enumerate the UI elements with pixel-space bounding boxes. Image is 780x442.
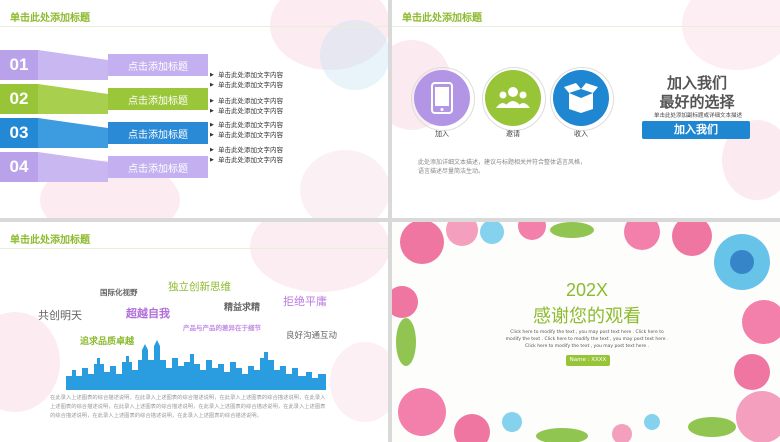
title-divider — [0, 248, 388, 249]
arrow-band — [38, 118, 108, 148]
item-number: 02 — [0, 84, 38, 114]
year-text: 202X — [565, 280, 609, 300]
small-text: Click here to modify the text , you may … — [505, 330, 669, 349]
body-text: 此处添加详细文本描述，建议与标题相关并符合整体语言风格， — [418, 159, 587, 166]
income-button[interactable] — [553, 70, 609, 126]
item-description: 单击此处添加文字内容 单击此处添加文字内容 — [210, 120, 283, 140]
keyword: 超越自我 — [126, 307, 170, 320]
keyword: 拒绝平庸 — [283, 295, 327, 308]
keyword: 精益求精 — [224, 303, 261, 313]
keyword: 共创明天 — [38, 309, 82, 322]
arrow-band — [38, 84, 108, 114]
flower-decoration — [300, 150, 388, 218]
box-icon — [564, 83, 598, 113]
body-text: 语言描述尽量简洁生动。 — [418, 168, 485, 175]
item-number: 01 — [0, 50, 38, 80]
icon-label: 加入 — [435, 130, 449, 138]
item-label[interactable]: 点击添加标题 — [108, 122, 208, 144]
slide-title[interactable]: 单击此处添加标题 — [10, 231, 90, 246]
icon-label: 邀请 — [506, 130, 520, 138]
keyword: 产品与产品的差异在于细节 — [183, 324, 261, 332]
slide-2[interactable]: 单击此处添加标题 加入 邀请 收入 加入我们 最好的选择 单击此处添加副标题或详… — [392, 0, 780, 218]
arrow-band — [38, 152, 108, 182]
city-skyline — [66, 340, 326, 390]
phone-icon — [431, 82, 453, 114]
invite-button[interactable] — [485, 70, 541, 126]
item-description: 单击此处添加文字内容 单击此处添加文字内容 — [210, 145, 283, 165]
headline: 加入我们 — [666, 74, 727, 92]
join-us-button[interactable]: 加入我们 — [642, 121, 750, 139]
flower-decoration — [682, 0, 780, 70]
flower-decoration — [320, 20, 388, 90]
title-divider — [392, 26, 780, 27]
arrow-band — [38, 50, 108, 80]
subtitle: 单击此处添加副标题或详细文本描述 — [653, 113, 742, 119]
slide-4[interactable]: 202X 感谢您的观看 Click here to modify the tex… — [392, 222, 780, 442]
keyword: 独立创新思维 — [168, 281, 231, 293]
thanks-heading: 感谢您的观看 — [533, 306, 641, 327]
slide-title[interactable]: 单击此处添加标题 — [10, 9, 90, 24]
item-number: 03 — [0, 118, 38, 148]
name-badge: Name : XXXX — [566, 355, 610, 366]
item-label[interactable]: 点击添加标题 — [108, 88, 208, 110]
slide-1[interactable]: 单击此处添加标题 01 点击添加标题 单击此处添加文字内容 单击此处添加文字内容… — [0, 0, 388, 218]
item-label[interactable]: 点击添加标题 — [108, 156, 208, 178]
people-icon — [496, 87, 530, 108]
slide-title[interactable]: 单击此处添加标题 — [402, 9, 482, 24]
item-number: 04 — [0, 152, 38, 182]
item-description: 单击此处添加文字内容 单击此处添加文字内容 — [210, 70, 283, 90]
title-divider — [0, 26, 388, 27]
description-paragraph: 在此录入上述图表的综合描述说明，在此录入上述图表的综合描述说明，在此录入上述图表… — [50, 395, 326, 419]
icon-label: 收入 — [574, 130, 588, 138]
join-button[interactable] — [414, 70, 470, 126]
keyword: 国际化视野 — [100, 288, 138, 297]
flower-decoration — [250, 222, 388, 292]
slide-3[interactable]: 单击此处添加标题 国际化视野 独立创新思维 共创明天 超越自我 精益求精 拒绝平… — [0, 222, 388, 442]
headline: 最好的选择 — [659, 93, 735, 111]
item-description: 单击此处添加文字内容 单击此处添加文字内容 — [210, 96, 283, 116]
item-label[interactable]: 点击添加标题 — [108, 54, 208, 76]
